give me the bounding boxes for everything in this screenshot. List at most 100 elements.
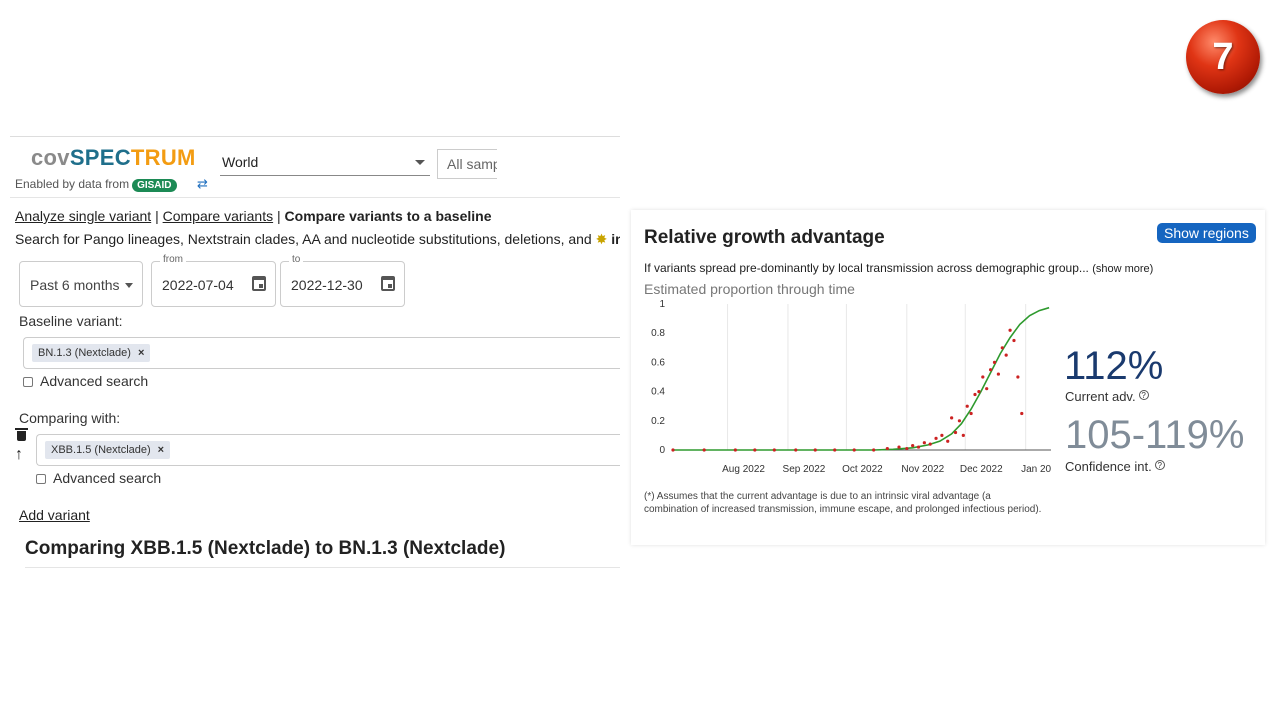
sparkle-icon: ✸ xyxy=(595,231,608,247)
x-tick-label: Dec 2022 xyxy=(960,464,1003,475)
data-point xyxy=(1016,375,1020,379)
data-point xyxy=(897,445,901,449)
divider xyxy=(25,567,620,568)
help-icon[interactable]: ? xyxy=(1138,390,1149,400)
comparing-variant-chip[interactable]: XBB.1.5 (Nextclade) × xyxy=(45,441,171,459)
confidence-interval-value: 105-119% xyxy=(1065,413,1245,457)
data-point xyxy=(852,448,856,452)
card-description: If variants spread pre-dominantly by loc… xyxy=(644,261,1154,275)
sampling-select[interactable]: All samp xyxy=(437,149,497,179)
current-advantage-label: Current adv.? xyxy=(1065,389,1149,404)
top-bar: covSPECTRUM Enabled by data from GISAID ⇄… xyxy=(10,136,620,198)
date-from-field[interactable]: from 2022-07-04 xyxy=(151,254,276,307)
baseline-label: Baseline variant: xyxy=(19,313,123,329)
comparison-heading: Comparing XBB.1.5 (Nextclade) to BN.1.3 … xyxy=(25,538,506,559)
data-point xyxy=(969,411,973,416)
x-tick-label: Aug 2022 xyxy=(722,464,765,475)
checkbox[interactable] xyxy=(36,474,46,484)
chart-subtitle: Estimated proportion through time xyxy=(644,281,855,297)
baseline-variant-input[interactable]: BN.1.3 (Nextclade) × xyxy=(23,337,620,369)
gisaid-logo[interactable]: GISAID xyxy=(132,179,177,192)
data-point xyxy=(940,433,944,437)
calendar-icon[interactable] xyxy=(252,276,266,291)
baseline-variant-chip[interactable]: BN.1.3 (Nextclade) × xyxy=(32,344,151,362)
comparing-variant-input[interactable]: XBB.1.5 (Nextclade) × xyxy=(36,434,620,466)
chevron-down-icon xyxy=(125,283,133,288)
data-point xyxy=(996,372,1000,376)
add-variant-link[interactable]: Add variant xyxy=(19,507,90,523)
data-point xyxy=(916,445,921,449)
location-select[interactable]: World xyxy=(220,149,430,176)
compare-variants-link[interactable]: Compare variants xyxy=(163,208,274,224)
y-tick-label: 0.6 xyxy=(651,357,665,368)
proportion-chart: Aug 2022 Sep 2022 Oct 2022 Nov 2022 Dec 2022… xyxy=(651,299,1051,475)
x-tick-label: Nov 2022 xyxy=(901,464,944,475)
data-point xyxy=(928,442,932,446)
data-point xyxy=(953,430,958,435)
data-point xyxy=(973,392,977,397)
search-info-text: Search for Pango lineages, Nextstrain cl… xyxy=(15,231,620,247)
compare-baseline-current: Compare variants to a baseline xyxy=(284,208,492,224)
growth-advantage-card: Relative growth advantage Show regions I… xyxy=(631,210,1265,545)
x-tick-label: Oct 2022 xyxy=(842,464,883,475)
remove-chip-icon[interactable]: × xyxy=(158,444,164,456)
fit-curve-line xyxy=(673,306,1050,451)
breadcrumb-nav: Analyze single variant | Compare variant… xyxy=(15,208,492,224)
data-point xyxy=(992,360,997,364)
slide-number: 7 xyxy=(1212,35,1234,78)
current-advantage-value: 112% xyxy=(1064,344,1164,388)
data-point xyxy=(794,448,798,452)
chevron-down-icon xyxy=(415,160,425,165)
y-tick-label: 1 xyxy=(659,299,665,310)
checkbox[interactable] xyxy=(23,377,33,387)
y-tick-label: 0.4 xyxy=(651,387,665,398)
comparing-advanced-search[interactable]: Advanced search xyxy=(36,470,161,486)
data-point xyxy=(872,448,876,452)
data-point xyxy=(671,448,675,452)
data-point xyxy=(1020,411,1024,416)
arrow-up-icon[interactable]: ↑ xyxy=(15,446,23,464)
data-point xyxy=(1000,346,1004,350)
x-tick-label: Jan 2023 xyxy=(1021,464,1051,475)
data-point xyxy=(702,448,706,452)
confidence-interval-label: Confidence int.? xyxy=(1065,459,1165,474)
x-tick-label: Sep 2022 xyxy=(783,464,826,475)
calendar-icon[interactable] xyxy=(381,276,395,291)
swap-icon[interactable]: ⇄ xyxy=(197,176,208,192)
data-point xyxy=(733,448,737,452)
y-tick-label: 0.2 xyxy=(651,416,665,427)
data-point xyxy=(905,446,909,451)
data-point xyxy=(1008,328,1012,332)
remove-chip-icon[interactable]: × xyxy=(138,347,144,359)
data-point xyxy=(922,441,926,445)
baseline-advanced-search[interactable]: Advanced search xyxy=(23,373,148,389)
data-point xyxy=(981,375,985,379)
trash-icon[interactable] xyxy=(15,428,28,441)
data-point xyxy=(753,448,757,452)
period-select[interactable]: Past 6 months xyxy=(19,261,143,307)
covspectrum-panel: covSPECTRUM Enabled by data from GISAID ⇄… xyxy=(10,136,620,571)
data-point xyxy=(1012,338,1016,343)
assumption-footnote: (*) Assumes that the current advantage i… xyxy=(644,491,1042,515)
data-point xyxy=(988,368,993,372)
data-point xyxy=(977,390,981,394)
slide-number-badge: 7 xyxy=(1186,20,1260,94)
covspectrum-logo[interactable]: covSPECTRUM xyxy=(31,145,196,171)
data-point xyxy=(946,439,950,443)
data-point xyxy=(911,444,915,448)
y-tick-label: 0.8 xyxy=(651,328,665,339)
show-regions-button[interactable]: Show regions xyxy=(1157,223,1256,243)
data-point xyxy=(934,436,938,440)
data-point xyxy=(950,416,954,420)
date-to-field[interactable]: to 2022-12-30 xyxy=(280,254,405,307)
show-more-link[interactable]: (show more) xyxy=(1092,263,1153,275)
data-point xyxy=(985,387,989,391)
help-icon[interactable]: ? xyxy=(1154,460,1165,470)
card-title: Relative growth advantage xyxy=(644,227,885,248)
data-point xyxy=(833,448,837,452)
data-point xyxy=(885,446,889,451)
data-point xyxy=(965,404,969,408)
analyze-single-variant-link[interactable]: Analyze single variant xyxy=(15,208,151,224)
data-point xyxy=(1004,353,1008,357)
data-point xyxy=(813,448,817,452)
